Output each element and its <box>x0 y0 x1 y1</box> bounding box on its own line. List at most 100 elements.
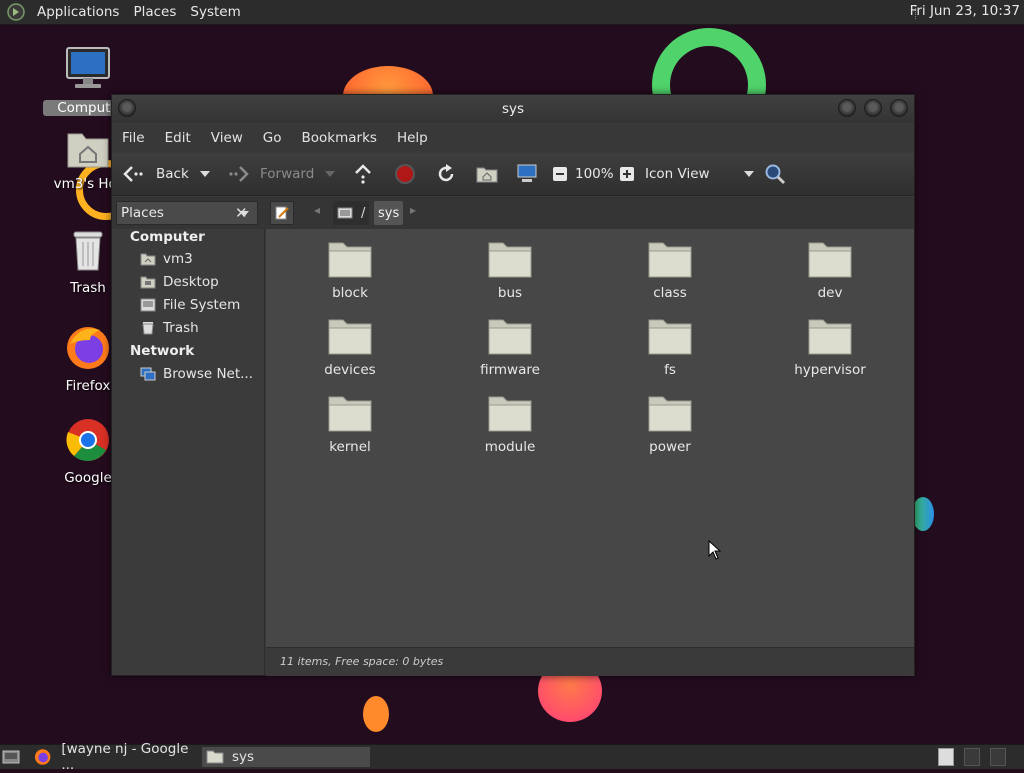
clock[interactable]: Fri Jun 23, 10:37 <box>910 3 1020 19</box>
menu-bookmarks[interactable]: Bookmarks <box>292 130 387 146</box>
sidebar-item-desktop[interactable]: Desktop <box>140 274 219 290</box>
forward-button[interactable]: Forward <box>226 153 314 195</box>
sidebar-item-vm3[interactable]: vm3 <box>140 251 193 267</box>
menu-go[interactable]: Go <box>253 130 292 146</box>
workspace-switcher-2[interactable] <box>964 748 980 766</box>
home-folder-icon <box>476 167 498 183</box>
show-desktop-icon <box>2 750 20 764</box>
folder-icon <box>808 242 852 278</box>
home-button[interactable] <box>476 153 498 195</box>
folder-label: module <box>484 439 536 455</box>
file-manager-window: sys File Edit View Go Bookmarks Help Bac… <box>111 94 915 676</box>
folder-item[interactable]: kernel <box>285 393 415 455</box>
folder-icon <box>328 319 372 355</box>
toggle-location-entry-button[interactable] <box>270 201 294 225</box>
path-sys-label: sys <box>378 205 400 221</box>
chevron-down-icon <box>325 171 335 177</box>
desktop-icon <box>140 276 156 289</box>
statusbar: 11 items, Free space: 0 bytes <box>266 647 914 676</box>
mouse-pointer-icon <box>708 540 722 560</box>
sidebar-item-trash[interactable]: Trash <box>140 320 199 336</box>
close-button[interactable] <box>890 99 908 117</box>
wallpaper-orange-dot <box>363 696 389 732</box>
workspace-switcher-1[interactable] <box>938 748 954 766</box>
zoom-out-button[interactable] <box>552 153 568 195</box>
folder-icon <box>328 242 372 278</box>
folder-icon <box>808 319 852 355</box>
folder-icon <box>206 750 224 764</box>
folder-icon <box>488 396 532 432</box>
workspace-switcher-3[interactable] <box>990 748 1006 766</box>
forward-arrow-icon <box>229 166 249 182</box>
minimize-button[interactable] <box>838 99 856 117</box>
taskbar-item-label: [wayne nj - Google ... <box>61 741 189 773</box>
forward-history-dropdown[interactable] <box>324 153 336 195</box>
trash-icon <box>142 322 154 335</box>
reload-icon <box>438 164 454 182</box>
folder-item[interactable]: power <box>605 393 735 455</box>
zoom-level: 100% <box>575 166 614 182</box>
file-icon-view[interactable]: block bus class dev devices firmware fs hypervi… <box>266 229 914 647</box>
folder-label: block <box>332 285 368 301</box>
system-menu[interactable]: System <box>183 4 247 20</box>
chrome-icon <box>66 419 109 461</box>
folder-item[interactable]: fs <box>605 316 735 378</box>
folder-item[interactable]: bus <box>445 239 575 301</box>
window-menu-button[interactable] <box>118 99 136 117</box>
taskbar-item-sys[interactable]: sys <box>202 747 370 767</box>
sidebar-item-browse-network[interactable]: Browse Net... <box>140 366 253 382</box>
menu-file[interactable]: File <box>112 130 155 146</box>
chevron-down-icon <box>200 171 210 177</box>
back-arrow-icon <box>123 166 143 182</box>
folder-label: kernel <box>329 439 371 455</box>
folder-icon <box>648 242 692 278</box>
computer-button[interactable] <box>516 153 538 195</box>
back-history-dropdown[interactable] <box>199 153 211 195</box>
sidebar-item-file-system[interactable]: File System <box>140 297 240 313</box>
back-button[interactable]: Back <box>122 153 189 195</box>
folder-icon <box>648 319 692 355</box>
menu-view[interactable]: View <box>201 130 253 146</box>
show-desktop-button[interactable] <box>2 747 24 767</box>
wallpaper-green-dot <box>912 497 934 531</box>
distro-logo-icon[interactable] <box>6 2 26 22</box>
drive-icon <box>140 298 156 312</box>
view-mode-select[interactable]: Icon View <box>645 153 755 195</box>
folder-item[interactable]: class <box>605 239 735 301</box>
maximize-button[interactable] <box>864 99 882 117</box>
zoom-in-button[interactable] <box>619 153 635 195</box>
folder-icon <box>328 396 372 432</box>
menu-edit[interactable]: Edit <box>155 130 201 146</box>
path-button-sys[interactable]: sys <box>374 201 404 225</box>
taskbar-item-label: sys <box>232 749 255 765</box>
places-sidebar: Computer vm3 Desktop File System Trash N… <box>112 229 265 675</box>
applications-menu[interactable]: Applications <box>30 4 126 20</box>
folder-item[interactable]: module <box>445 393 575 455</box>
folder-item[interactable]: block <box>285 239 415 301</box>
home-icon <box>140 253 156 266</box>
up-arrow-icon <box>355 164 371 184</box>
taskbar-item-browser[interactable]: [wayne nj - Google ... <box>34 741 200 773</box>
chevron-down-icon <box>744 171 754 177</box>
firefox-icon <box>67 327 109 369</box>
folder-item[interactable]: dev <box>765 239 895 301</box>
window-title: sys <box>501 101 525 117</box>
folder-item[interactable]: hypervisor <box>765 316 895 378</box>
stop-button[interactable] <box>394 153 416 195</box>
search-button[interactable] <box>764 153 786 195</box>
folder-item[interactable]: firmware <box>445 316 575 378</box>
folder-label: class <box>653 285 687 301</box>
places-menu[interactable]: Places <box>126 4 183 20</box>
path-button-root[interactable]: / <box>333 201 370 225</box>
close-sidebar-icon[interactable]: ✕ <box>235 201 248 225</box>
folder-label: fs <box>664 362 676 378</box>
menubar: File Edit View Go Bookmarks Help <box>112 125 914 151</box>
path-right-arrow-icon[interactable]: ▸ <box>410 203 416 217</box>
reload-button[interactable] <box>435 153 457 195</box>
stop-icon <box>395 164 415 184</box>
menu-help[interactable]: Help <box>387 130 438 146</box>
window-titlebar[interactable]: sys <box>112 95 914 123</box>
up-button[interactable] <box>353 153 373 195</box>
path-left-arrow-icon[interactable]: ◂ <box>314 203 320 217</box>
folder-item[interactable]: devices <box>285 316 415 378</box>
